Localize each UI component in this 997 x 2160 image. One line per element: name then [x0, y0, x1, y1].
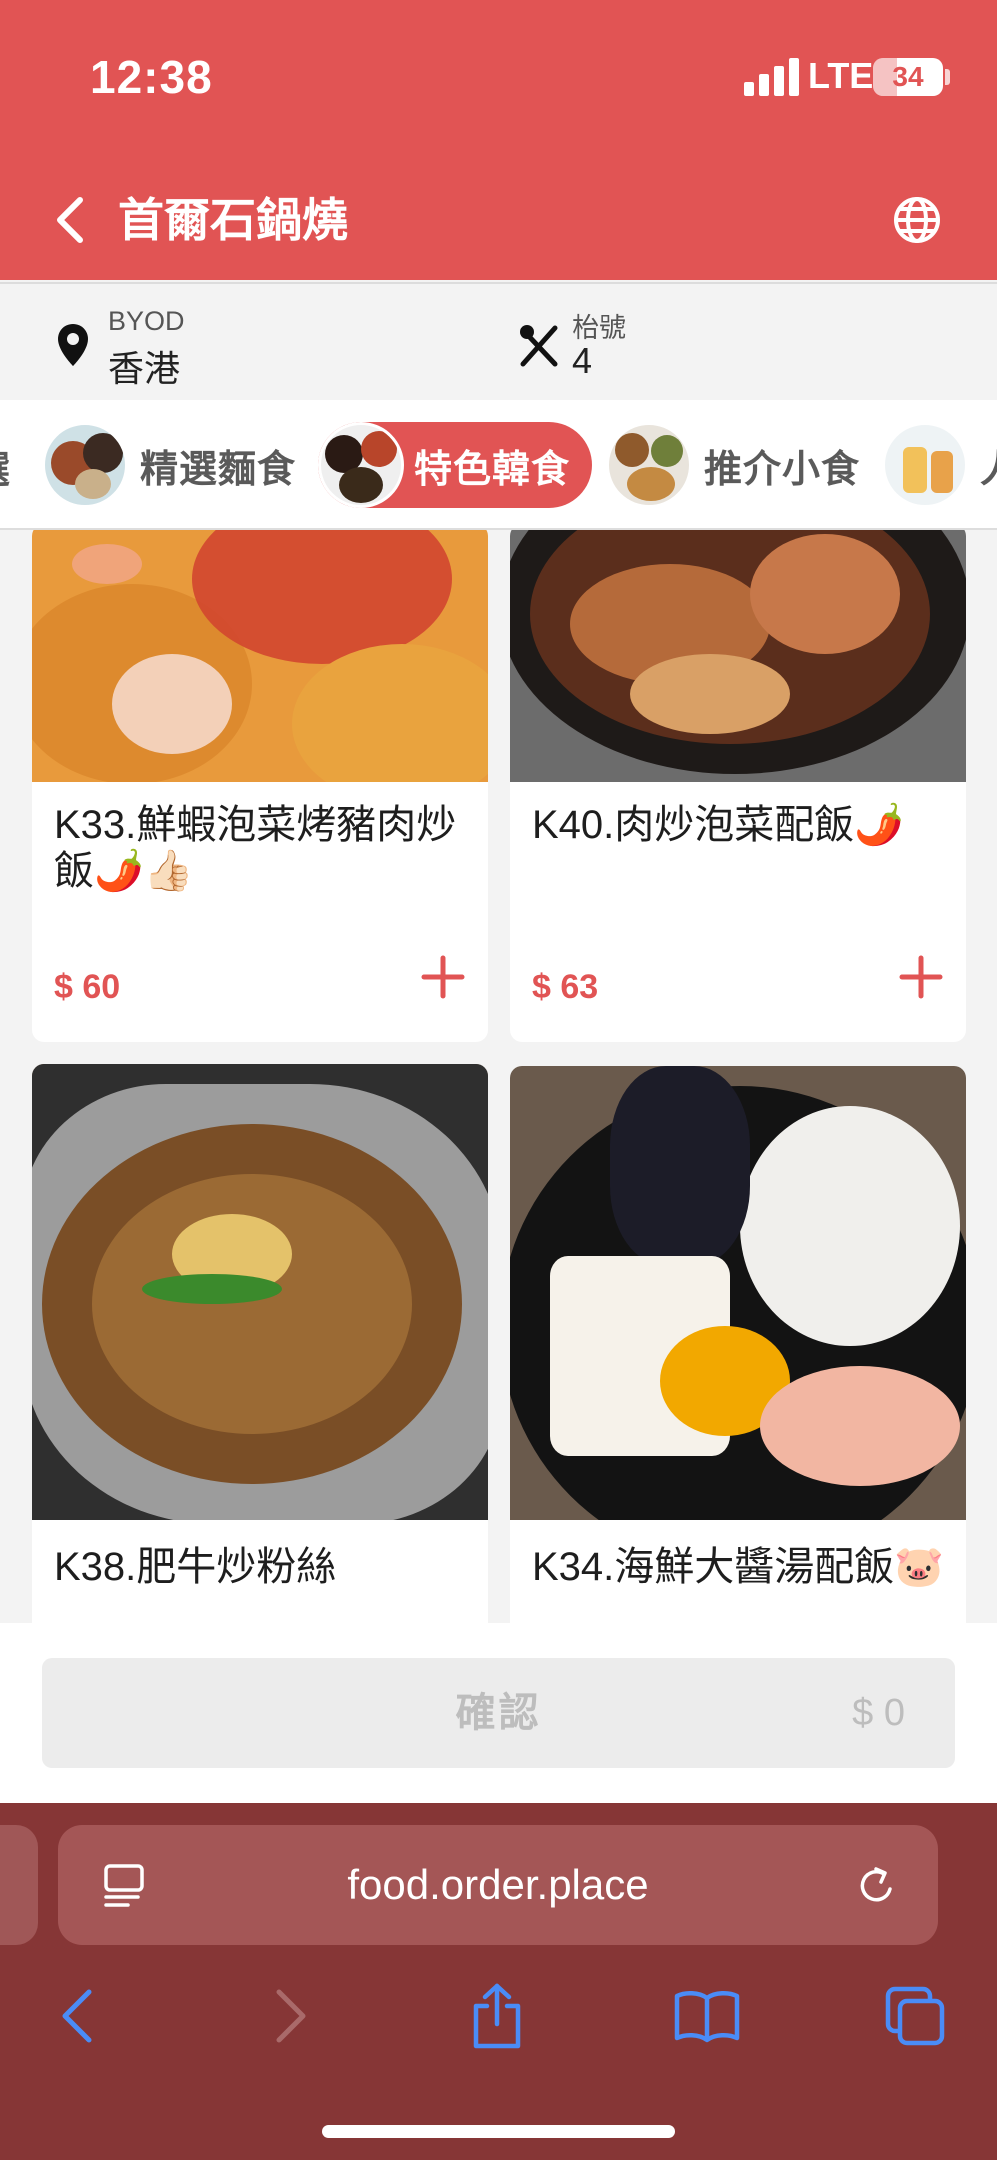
chevron-left-icon	[57, 197, 83, 243]
location-pin-icon	[58, 324, 88, 366]
menu-item-card[interactable]: K33.鮮蝦泡菜烤豬肉炒飯🌶️👍🏻 $ 60	[32, 530, 488, 1042]
menu-item-price: $ 60	[54, 968, 121, 1006]
category-thumbnail	[606, 422, 692, 508]
category-thumbnail	[318, 422, 404, 508]
menu-item-card[interactable]: K38.肥牛炒粉絲	[32, 1064, 488, 1623]
chevron-left-icon	[62, 1989, 92, 2043]
category-tab-noodles[interactable]: 精選麵食	[42, 422, 296, 508]
menu-item-name: K40.肉炒泡菜配飯🌶️	[532, 803, 905, 847]
table-value: 4	[572, 340, 593, 381]
category-label: 精選麵食	[140, 448, 297, 491]
menu-item-name: K38.肥牛炒粉絲	[54, 1545, 337, 1589]
order-total: $ 0	[852, 1692, 905, 1734]
menu-grid: K33.鮮蝦泡菜烤豬肉炒飯🌶️👍🏻 $ 60 K40.肉炒泡菜配飯🌶️ $ 63	[0, 530, 997, 1623]
back-nav-button[interactable]	[32, 1971, 122, 2061]
confirm-label: 確認	[455, 1691, 542, 1735]
confirm-button[interactable]: 確認 $ 0	[42, 1658, 955, 1768]
status-bar: 12:38 LTE 34	[0, 0, 997, 160]
menu-item-name: K34.海鮮大醬湯配飯🐷	[532, 1545, 945, 1589]
signal-strength-icon	[744, 56, 800, 96]
location-value: 香港	[108, 348, 181, 389]
previous-tab[interactable]	[0, 1825, 38, 1945]
book-icon	[674, 1991, 740, 2043]
url-text: food.order.place	[347, 1861, 649, 1908]
category-tab-snacks[interactable]: 推介小食	[606, 422, 860, 508]
category-label: 特色韓食	[414, 448, 571, 491]
food-photo	[510, 1066, 966, 1520]
location-label: BYOD	[108, 306, 185, 336]
category-tab-partial[interactable]: 選	[0, 439, 10, 494]
category-label-partial: 人	[980, 438, 997, 493]
order-info-bar: BYOD 香港 枱號 4	[0, 282, 997, 400]
battery-percent: 34	[892, 61, 924, 92]
network-type: LTE	[808, 55, 874, 96]
browser-toolbar: food.order.place	[0, 1803, 997, 2160]
address-bar[interactable]: food.order.place	[58, 1825, 938, 1945]
confirm-bar: 確認 $ 0	[0, 1623, 997, 1803]
globe-icon	[894, 197, 940, 243]
menu-item-name: K33.鮮蝦泡菜烤豬肉炒飯🌶️👍🏻	[54, 803, 457, 893]
page-title: 首爾石鍋燒	[118, 194, 348, 246]
menu-item-price: $ 63	[532, 968, 599, 1006]
tabs-button[interactable]	[870, 1971, 960, 2061]
back-button[interactable]	[30, 180, 110, 260]
food-photo	[32, 1064, 488, 1520]
status-time: 12:38	[90, 51, 213, 103]
battery-icon: 34	[873, 58, 943, 96]
category-tab-korean[interactable]: 特色韓食	[318, 422, 593, 508]
home-indicator	[322, 2125, 675, 2138]
language-button[interactable]	[888, 182, 946, 258]
bookmarks-button[interactable]	[662, 1971, 752, 2061]
food-photo	[510, 530, 966, 782]
food-photo	[32, 530, 488, 782]
app-bar: 首爾石鍋燒	[0, 160, 997, 280]
share-icon	[473, 1983, 521, 2049]
cutlery-icon	[520, 325, 558, 367]
category-tab-drinks[interactable]: 人	[882, 422, 997, 508]
category-label: 推介小食	[704, 448, 861, 491]
plus-icon[interactable]	[896, 952, 946, 1002]
forward-nav-button[interactable]	[246, 1971, 336, 2061]
category-thumbnail	[42, 422, 128, 508]
tabs-icon	[885, 1986, 945, 2046]
chevron-right-icon	[276, 1989, 306, 2043]
reload-icon[interactable]	[854, 1863, 900, 1909]
category-tabs: 選 精選麵食 特色韓食 推介小食 人	[0, 400, 997, 530]
plus-icon[interactable]	[418, 952, 468, 1002]
menu-item-card[interactable]: K34.海鮮大醬湯配飯🐷	[510, 1066, 966, 1623]
share-button[interactable]	[452, 1971, 542, 2061]
menu-item-card[interactable]: K40.肉炒泡菜配飯🌶️ $ 63	[510, 530, 966, 1042]
category-thumbnail	[882, 422, 968, 508]
